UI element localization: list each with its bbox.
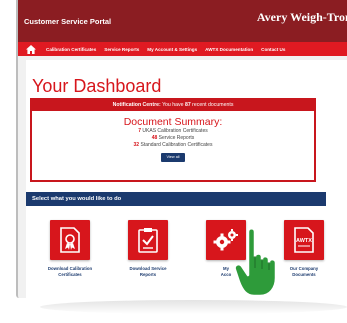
browser-screen: Customer Service Portal Avery Weigh-Tron… [16,0,347,298]
tile-label-line: Download Calibration [47,266,93,271]
summary-title: Document Summary: [123,116,223,128]
notification-centre: Notification Centre: You have 87 recent … [30,98,316,182]
summary-label: UKAS Calibration Certificates [141,128,208,134]
nav-service-reports[interactable]: Service Reports [104,47,139,52]
summary-line-service: 48 Service Reports [32,135,314,142]
summary-line-standard: 32 Standard Calibration Certificates [32,142,314,149]
select-action-bar: Select what you would like to do [26,192,326,206]
portal-title: Customer Service Portal [24,17,112,26]
brand-logo[interactable]: Avery Weigh-Tronix [257,10,347,25]
notification-text-before: You have [160,102,185,108]
tile-icon-box[interactable]: AWTX [284,220,324,260]
dashboard-content: Your Dashboard Notification Centre: You … [26,60,347,298]
summary-line-ukas: 7 UKAS Calibration Certificates [32,128,314,135]
awtx-badge-text: AWTX [296,238,312,244]
view-all-button[interactable]: View all [161,153,185,162]
tile-label: Download Service Reports [120,266,176,277]
pointing-hand-icon [234,227,278,298]
report-icon [138,228,158,253]
tile-icon-box[interactable] [50,220,90,260]
certificate-icon [60,227,80,253]
nav-calibration-certificates[interactable]: Calibration Certificates [46,47,96,52]
tile-label-line: Certificates [58,271,82,277]
device-frame: Customer Service Portal Avery Weigh-Tron… [0,0,347,323]
action-tiles: Download Calibration Certificates Downlo… [42,220,342,298]
nav-my-account[interactable]: My Account & Settings [147,47,197,52]
portal-header: Customer Service Portal Avery Weigh-Tron… [18,0,347,42]
awtx-document-icon: AWTX [294,227,314,253]
page-title: Your Dashboard [32,76,162,96]
tile-download-calibration[interactable]: Download Calibration Certificates [42,220,98,277]
tile-label-line: Reports [139,271,157,277]
notification-prefix: Notification Centre: [112,102,161,108]
notification-text-after: recent documents [190,102,234,108]
tile-download-service-reports[interactable]: Download Service Reports [120,220,176,277]
summary-label: Service Reports [157,135,195,141]
home-icon[interactable] [26,44,36,54]
tile-label: Download Calibration Certificates [42,266,98,277]
nav-awtx-documentation[interactable]: AWTX Documentation [205,47,253,52]
screen-shadow [40,300,347,314]
tile-icon-box[interactable] [128,220,168,260]
main-nav: Calibration Certificates Service Reports… [18,42,347,56]
notification-bar: Notification Centre: You have 87 recent … [32,100,314,111]
summary-label: Standard Calibration Certificates [139,142,213,148]
nav-contact-us[interactable]: Contact Us [261,47,285,52]
